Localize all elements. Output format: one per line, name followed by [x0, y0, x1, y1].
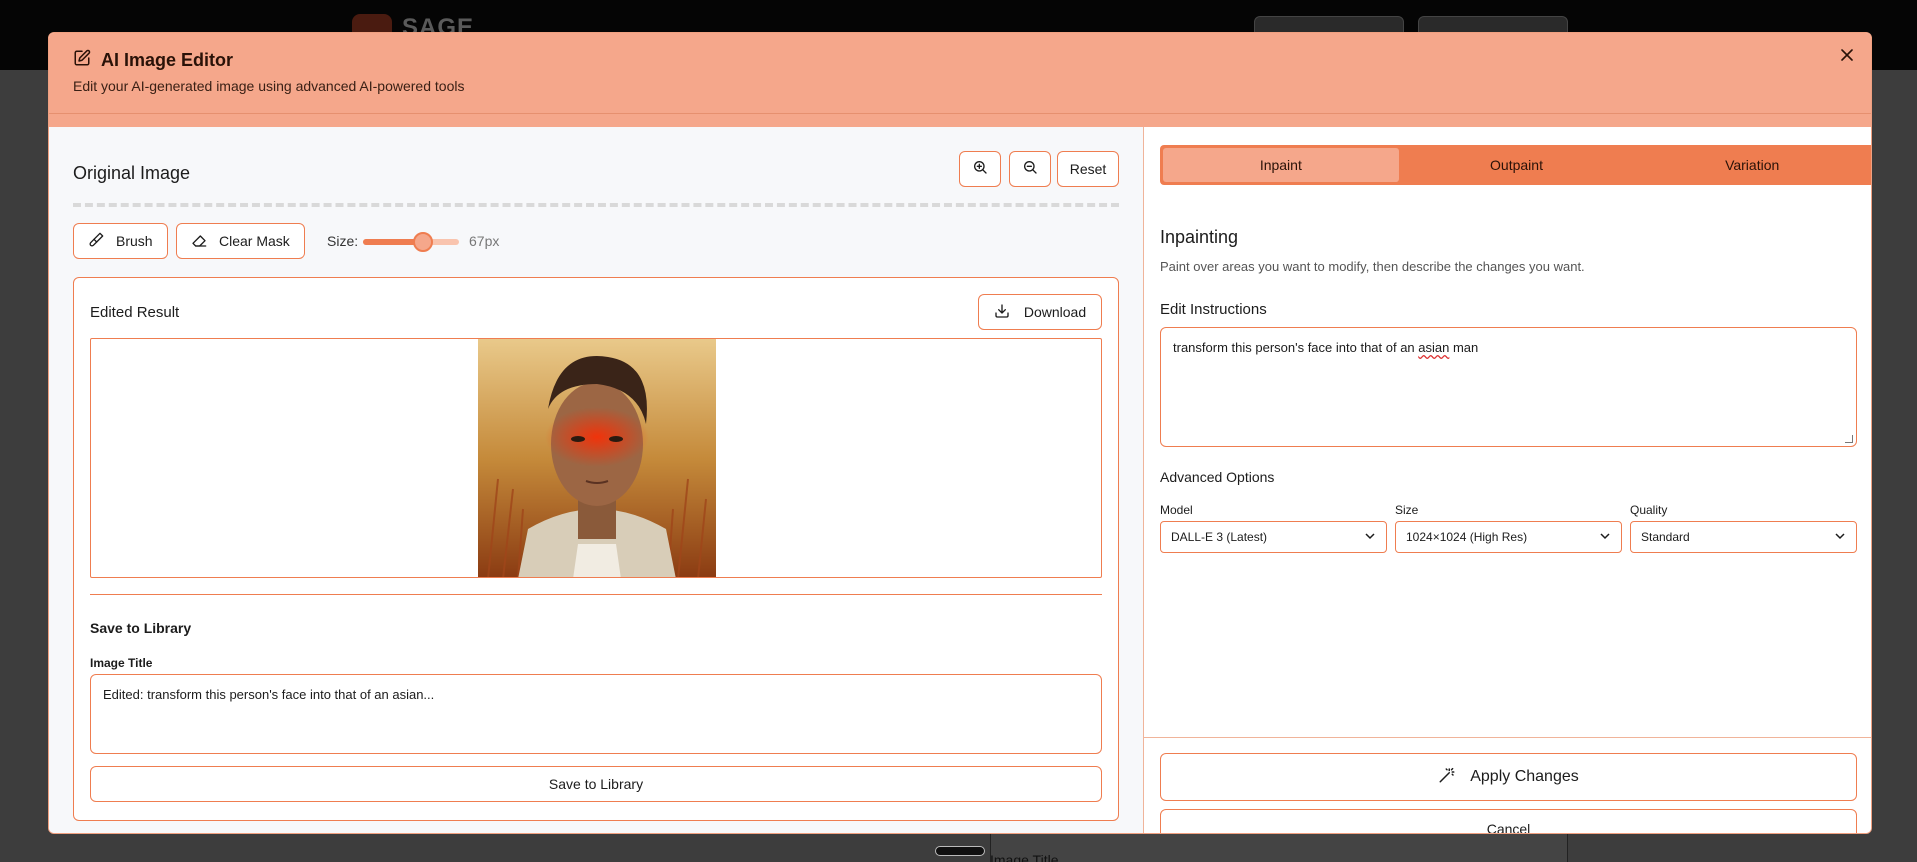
chevron-down-icon [1364, 530, 1376, 545]
instructions-text-end: man [1449, 340, 1479, 355]
download-icon [994, 303, 1010, 322]
modal-subtitle: Edit your AI-generated image using advan… [73, 78, 465, 94]
magic-wand-icon [1438, 766, 1456, 789]
edit-icon [73, 49, 91, 72]
close-icon [1841, 48, 1853, 66]
brush-size-slider[interactable] [363, 232, 459, 252]
original-image-title: Original Image [73, 163, 191, 183]
background-label: Image Title [990, 852, 1059, 862]
advanced-options-label: Advanced Options [1160, 469, 1275, 485]
edit-instructions-label: Edit Instructions [1160, 301, 1267, 318]
inpainting-title: Inpainting [1160, 227, 1239, 247]
edited-result-title: Edited Result [90, 304, 180, 321]
size-select[interactable]: 1024×1024 (High Res) [1395, 521, 1622, 553]
size-label: Size [1395, 503, 1419, 517]
model-label: Model [1160, 503, 1193, 517]
brush-button[interactable]: Brush [73, 223, 168, 259]
brush-size-label: Size: [327, 233, 359, 249]
save-to-library-button[interactable]: Save to Library [90, 766, 1102, 802]
inpainting-description: Paint over areas you want to modify, the… [1160, 259, 1585, 274]
size-value: 1024×1024 (High Res) [1406, 530, 1528, 544]
image-pane: Original Image Reset Brush Clear Mask Si… [49, 127, 1143, 833]
edit-controls-pane: Inpaint Outpaint Variation Inpainting Pa… [1144, 127, 1871, 833]
footer-divider [1144, 737, 1871, 738]
background-scroll-pill [935, 846, 985, 856]
tab-inpaint[interactable]: Inpaint [1163, 148, 1399, 182]
image-title-label: Image Title [90, 656, 153, 670]
quality-value: Standard [1641, 530, 1690, 544]
download-label: Download [1023, 304, 1087, 320]
edited-portrait-image [478, 339, 716, 577]
edit-instructions-textarea[interactable]: transform this person's face into that o… [1160, 327, 1857, 447]
zoom-out-icon [1022, 159, 1038, 180]
model-value: DALL-E 3 (Latest) [1171, 530, 1268, 544]
modal-title: AI Image Editor [73, 49, 233, 72]
image-title-input[interactable]: Edited: transform this person's face int… [90, 674, 1102, 754]
edited-result-card: Edited Result Download Save to Library I… [73, 277, 1119, 821]
reset-button[interactable]: Reset [1057, 151, 1119, 187]
resize-handle[interactable] [1845, 435, 1853, 443]
zoom-in-button[interactable] [959, 151, 1001, 187]
tab-variation[interactable]: Variation [1634, 148, 1870, 182]
slider-thumb[interactable] [412, 232, 433, 252]
instructions-misspelled-word: asian [1418, 340, 1450, 355]
result-separator [90, 594, 1102, 595]
apply-changes-label: Apply Changes [1470, 768, 1579, 785]
apply-changes-button[interactable]: Apply Changes [1160, 753, 1857, 801]
quality-label: Quality [1630, 503, 1668, 517]
clear-mask-label: Clear Mask [219, 233, 290, 249]
ai-image-editor-modal: AI Image Editor Edit your AI-generated i… [48, 32, 1872, 834]
edited-image-frame [90, 338, 1102, 578]
close-button[interactable] [1837, 47, 1857, 67]
model-select-group: Model DALL-E 3 (Latest) [1160, 503, 1387, 553]
zoom-in-icon [972, 159, 988, 180]
size-select-group: Size 1024×1024 (High Res) [1395, 503, 1622, 553]
quality-select[interactable]: Standard [1630, 521, 1857, 553]
zoom-out-button[interactable] [1009, 151, 1051, 187]
brush-icon [88, 232, 104, 251]
model-select[interactable]: DALL-E 3 (Latest) [1160, 521, 1387, 553]
edit-mode-tabs: Inpaint Outpaint Variation [1160, 145, 1871, 185]
quality-select-group: Quality Standard [1630, 503, 1857, 553]
brush-size-value: 67px [469, 233, 500, 249]
modal-header-band [49, 113, 1871, 127]
chevron-down-icon [1834, 530, 1846, 545]
brush-label: Brush [116, 233, 153, 249]
modal-header: AI Image Editor Edit your AI-generated i… [49, 33, 1871, 113]
eraser-icon [191, 232, 207, 251]
canvas-divider [73, 203, 1119, 207]
tab-outpaint[interactable]: Outpaint [1399, 148, 1635, 182]
clear-mask-button[interactable]: Clear Mask [176, 223, 305, 259]
instructions-text-start: transform this person's face into that o… [1173, 340, 1419, 355]
cancel-button[interactable]: Cancel [1160, 809, 1857, 833]
save-to-library-heading: Save to Library [90, 620, 192, 636]
chevron-down-icon [1599, 530, 1611, 545]
download-button[interactable]: Download [978, 294, 1102, 330]
modal-title-text: AI Image Editor [101, 50, 234, 70]
